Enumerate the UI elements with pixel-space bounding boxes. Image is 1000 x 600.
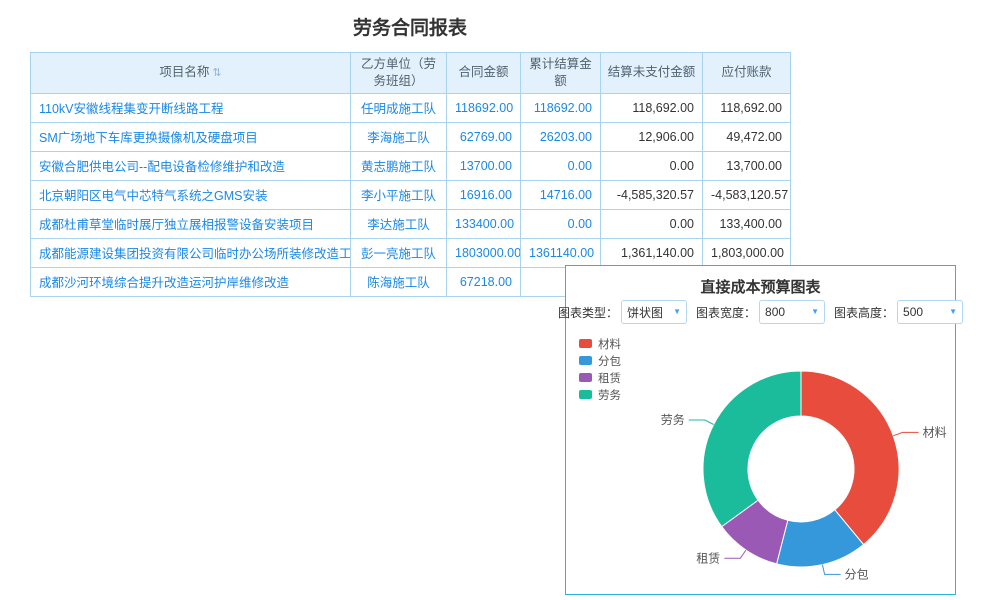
legend-item[interactable]: 分包 [579, 353, 621, 368]
project-name-link[interactable]: SM广场地下车库更换摄像机及硬盘项目 [31, 122, 351, 151]
column-header: 累计结算金额 [521, 53, 601, 94]
cost-budget-chart-panel: 直接成本预算图表 图表类型：饼状图▼图表宽度：800▼图表高度：500▼ 材料分… [565, 265, 956, 595]
legend-label: 租赁 [598, 370, 621, 386]
unpaid-amount-cell: 12,906.00 [601, 122, 703, 151]
table-row: SM广场地下车库更换摄像机及硬盘项目李海施工队62769.0026203.001… [31, 122, 791, 151]
label-connector-line [893, 432, 918, 435]
label-connector-line [689, 420, 714, 425]
contract-amount-cell: 133400.00 [447, 209, 521, 238]
project-name-link[interactable]: 成都沙河环境综合提升改造运河护岸维修改造 [31, 267, 351, 296]
chart-type-select[interactable]: 饼状图 ▼ [621, 300, 687, 324]
legend-color-mark [579, 339, 592, 348]
chart-control: 图表宽度： 800 ▼ [696, 300, 825, 324]
table-row: 北京朝阳区电气中芯特气系统之GMS安装李小平施工队16916.0014716.0… [31, 180, 791, 209]
control-label: 图表宽度： [696, 304, 756, 321]
table-row: 成都杜甫草堂临时展厅独立展相报警设备安装项目李达施工队133400.000.00… [31, 209, 791, 238]
select-value: 500 [903, 305, 923, 319]
team-name-cell: 黄志鹏施工队 [351, 151, 447, 180]
slice-label: 分包 [845, 567, 869, 581]
column-header: 结算未支付金额 [601, 53, 703, 94]
slice-label: 材料 [923, 425, 947, 439]
settled-amount-cell: 0.00 [521, 151, 601, 180]
chevron-down-icon: ▼ [673, 308, 681, 316]
legend-label: 材料 [598, 336, 621, 352]
legend-color-mark [579, 356, 592, 365]
legend-color-mark [579, 390, 592, 399]
table-row: 110kV安徽线程集变开断线路工程任明成施工队118692.00118692.0… [31, 93, 791, 122]
project-name-link[interactable]: 北京朝阳区电气中芯特气系统之GMS安装 [31, 180, 351, 209]
chart-controls: 图表类型：饼状图▼图表宽度：800▼图表高度：500▼ [566, 300, 955, 324]
legend-label: 劳务 [598, 387, 621, 403]
column-header[interactable]: 项目名称⇅ [31, 53, 351, 94]
slice-label: 劳务 [661, 412, 685, 427]
project-name-link[interactable]: 成都能源建设集团投资有限公司临时办公场所装修改造工程EPC [31, 238, 351, 267]
contract-amount-cell: 13700.00 [447, 151, 521, 180]
control-label: 图表高度： [834, 304, 894, 321]
contract-amount-cell: 67218.00 [447, 267, 521, 296]
settled-amount-cell: 14716.00 [521, 180, 601, 209]
slice-label: 租赁 [696, 551, 720, 565]
select-value: 800 [765, 305, 785, 319]
chart-height-select[interactable]: 500 ▼ [897, 300, 963, 324]
payable-amount-cell: 133,400.00 [703, 209, 791, 238]
team-name-cell: 任明成施工队 [351, 93, 447, 122]
chart-width-select[interactable]: 800 ▼ [759, 300, 825, 324]
label-connector-line [724, 550, 746, 558]
chart-panel-title: 直接成本预算图表 [566, 266, 955, 297]
team-name-cell: 陈海施工队 [351, 267, 447, 296]
payable-amount-cell: 118,692.00 [703, 93, 791, 122]
pie-slice[interactable] [801, 371, 899, 545]
settled-amount-cell: 118692.00 [521, 93, 601, 122]
select-value: 饼状图 [627, 304, 663, 321]
settled-amount-cell: 1361140.00 [521, 238, 601, 267]
table-header-row: 项目名称⇅乙方单位（劳务班组）合同金额累计结算金额结算未支付金额应付账款 [31, 53, 791, 94]
team-name-cell: 李达施工队 [351, 209, 447, 238]
project-name-link[interactable]: 110kV安徽线程集变开断线路工程 [31, 93, 351, 122]
unpaid-amount-cell: 118,692.00 [601, 93, 703, 122]
unpaid-amount-cell: -4,585,320.57 [601, 180, 703, 209]
chart-control: 图表高度： 500 ▼ [834, 300, 963, 324]
payable-amount-cell: 13,700.00 [703, 151, 791, 180]
report-title: 劳务合同报表 [30, 2, 790, 52]
donut-chart-svg: 材料分包租赁劳务 [566, 324, 957, 594]
project-name-link[interactable]: 成都杜甫草堂临时展厅独立展相报警设备安装项目 [31, 209, 351, 238]
contract-amount-cell: 62769.00 [447, 122, 521, 151]
team-name-cell: 李海施工队 [351, 122, 447, 151]
contract-amount-cell: 16916.00 [447, 180, 521, 209]
team-name-cell: 李小平施工队 [351, 180, 447, 209]
legend-item[interactable]: 租赁 [579, 370, 621, 385]
legend-item[interactable]: 劳务 [579, 387, 621, 402]
legend-item[interactable]: 材料 [579, 336, 621, 351]
chart-control: 图表类型： 饼状图 ▼ [558, 300, 687, 324]
labor-contract-report: 劳务合同报表 项目名称⇅乙方单位（劳务班组）合同金额累计结算金额结算未支付金额应… [30, 2, 790, 297]
chevron-down-icon: ▼ [949, 308, 957, 316]
legend-color-mark [579, 373, 592, 382]
report-table: 项目名称⇅乙方单位（劳务班组）合同金额累计结算金额结算未支付金额应付账款 110… [30, 52, 791, 297]
column-header: 乙方单位（劳务班组） [351, 53, 447, 94]
label-connector-line [822, 565, 840, 575]
contract-amount-cell: 1803000.00 [447, 238, 521, 267]
column-header: 应付账款 [703, 53, 791, 94]
control-label: 图表类型： [558, 304, 618, 321]
contract-amount-cell: 118692.00 [447, 93, 521, 122]
table-row: 成都能源建设集团投资有限公司临时办公场所装修改造工程EPC彭一亮施工队18030… [31, 238, 791, 267]
table-row: 安徽合肥供电公司--配电设备检修维护和改造黄志鹏施工队13700.000.000… [31, 151, 791, 180]
project-name-link[interactable]: 安徽合肥供电公司--配电设备检修维护和改造 [31, 151, 351, 180]
unpaid-amount-cell: 0.00 [601, 151, 703, 180]
pie-slice[interactable] [703, 371, 801, 527]
settled-amount-cell: 0.00 [521, 209, 601, 238]
sort-icon[interactable]: ⇅ [212, 67, 221, 79]
column-header: 合同金额 [447, 53, 521, 94]
chevron-down-icon: ▼ [811, 308, 819, 316]
team-name-cell: 彭一亮施工队 [351, 238, 447, 267]
payable-amount-cell: -4,583,120.57 [703, 180, 791, 209]
payable-amount-cell: 49,472.00 [703, 122, 791, 151]
chart-legend: 材料分包租赁劳务 [579, 336, 621, 404]
payable-amount-cell: 1,803,000.00 [703, 238, 791, 267]
settled-amount-cell: 26203.00 [521, 122, 601, 151]
unpaid-amount-cell: 0.00 [601, 209, 703, 238]
legend-label: 分包 [598, 353, 621, 369]
unpaid-amount-cell: 1,361,140.00 [601, 238, 703, 267]
